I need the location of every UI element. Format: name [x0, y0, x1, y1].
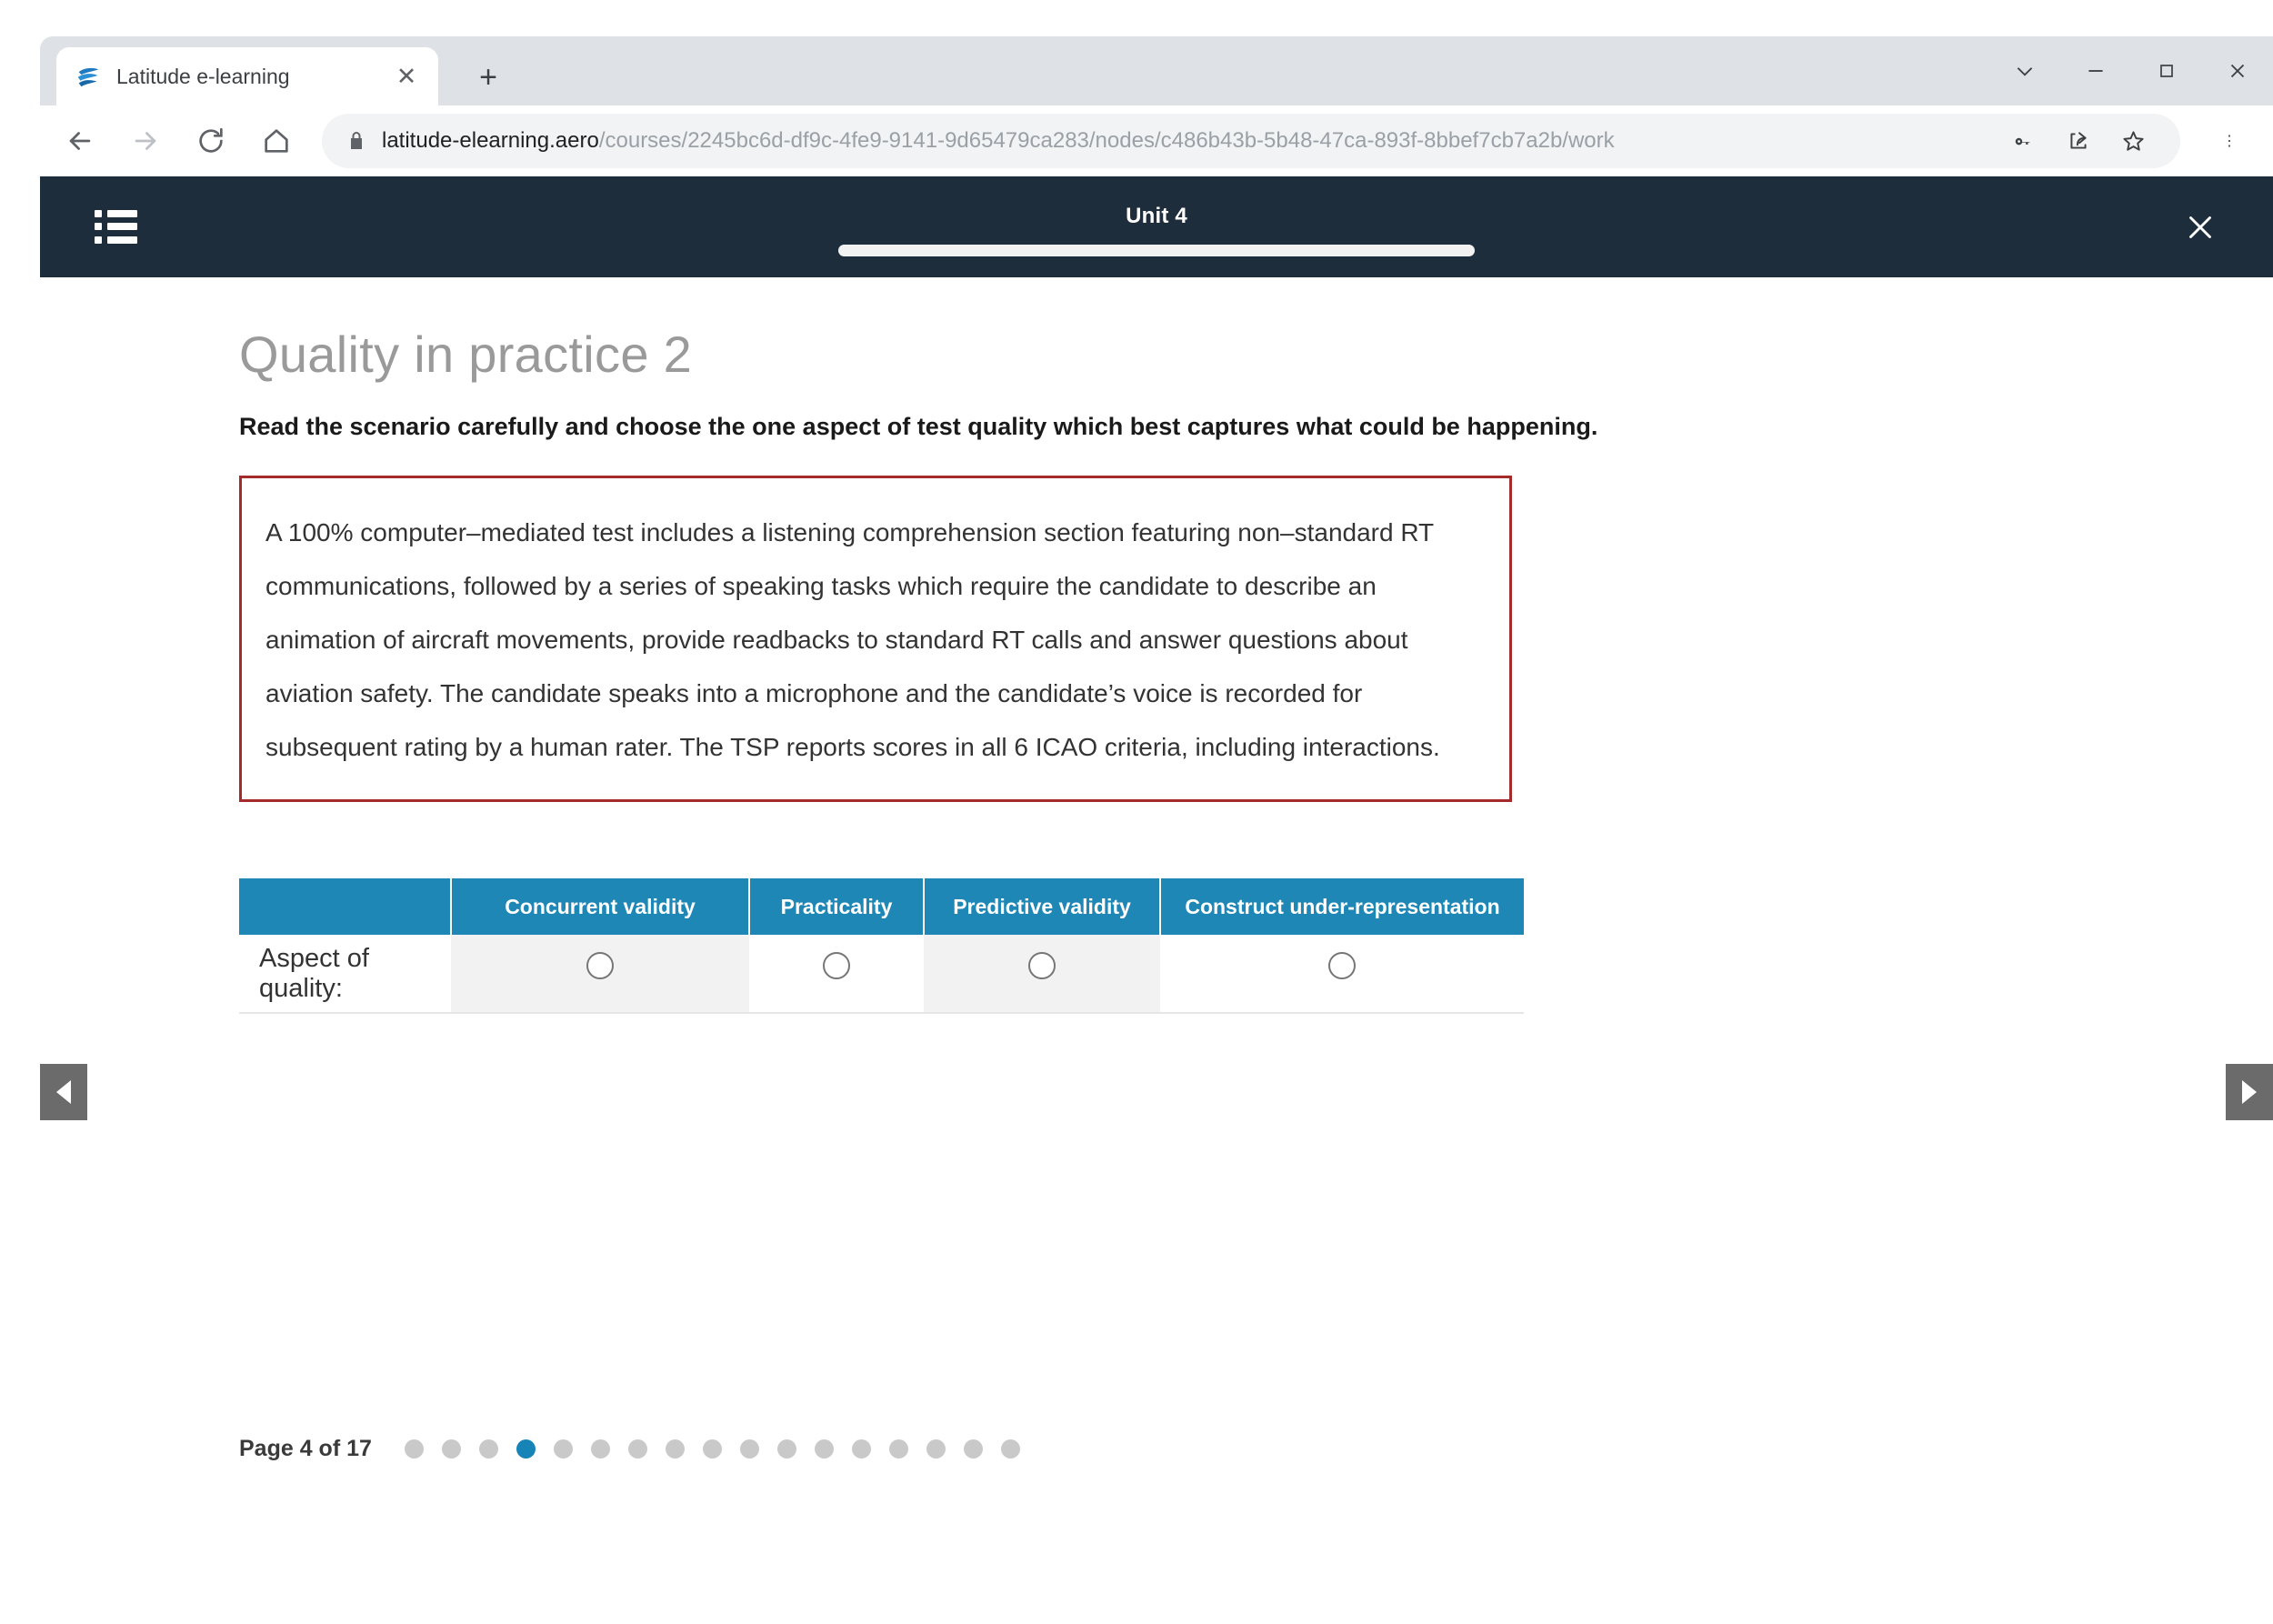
scenario-text: A 100% computer–mediated test includes a… [265, 518, 1440, 761]
page-dot-12[interactable] [814, 1439, 834, 1459]
url-host: latitude-elearning.aero [382, 128, 599, 153]
course-header: Unit 4 [40, 176, 2273, 277]
page-title: Quality in practice 2 [239, 326, 693, 383]
radio-construct-under-representation[interactable] [1328, 951, 1356, 979]
bookmark-star-icon[interactable] [2109, 117, 2157, 165]
page-dot-1[interactable] [404, 1439, 424, 1459]
address-bar[interactable]: latitude-elearning.aero/courses/2245bc6d… [322, 114, 2180, 168]
window-controls [1989, 36, 2273, 105]
close-window-icon[interactable] [2202, 36, 2273, 105]
new-tab-button[interactable]: + [467, 56, 509, 98]
page-dot-7[interactable] [627, 1439, 647, 1459]
column-header-construct-under-representation: Construct under-representation [1160, 878, 1524, 935]
page-dot-9[interactable] [702, 1439, 722, 1459]
browser-tab[interactable]: Latitude e-learning ✕ [56, 47, 438, 105]
page-dot-14[interactable] [888, 1439, 908, 1459]
page-viewport: Unit 4 Quality in practice 2 Read the sc… [40, 176, 2273, 1624]
table-header-row: Concurrent validity Practicality Predict… [239, 878, 1524, 935]
padlock-icon [345, 130, 367, 152]
omnibox-actions [1993, 117, 2157, 165]
table-row: Aspect of quality: [239, 935, 1524, 1014]
close-course-icon[interactable] [2178, 206, 2222, 249]
browser-window: Latitude e-learning ✕ + latitude-elearni… [0, 0, 2273, 1624]
page-dot-11[interactable] [776, 1439, 796, 1459]
radio-cell-construct-under-representation[interactable] [1160, 935, 1524, 1014]
radio-predictive-validity[interactable] [1028, 951, 1056, 979]
table-corner-header [239, 878, 452, 935]
page-label: Page 4 of 17 [239, 1436, 372, 1461]
unit-progress-fill [838, 245, 1475, 256]
radio-cell-predictive-validity[interactable] [924, 935, 1160, 1014]
url-path: /courses/2245bc6d-df9c-4fe9-9141-9d65479… [598, 128, 1615, 153]
instruction-text: Read the scenario carefully and choose t… [239, 413, 1598, 440]
maximize-icon[interactable] [2131, 36, 2202, 105]
page-dot-4[interactable] [516, 1439, 536, 1459]
page-dots [404, 1439, 1038, 1459]
browser-tab-strip: Latitude e-learning ✕ + [40, 36, 2273, 105]
tab-close-icon[interactable]: ✕ [393, 63, 420, 90]
scenario-box: A 100% computer–mediated test includes a… [239, 476, 1512, 802]
back-icon[interactable] [55, 115, 105, 166]
unit-title: Unit 4 [1126, 204, 1187, 228]
browser-tab-title: Latitude e-learning [116, 64, 290, 88]
chevron-right-icon [2242, 1080, 2257, 1104]
answer-table: Concurrent validity Practicality Predict… [239, 878, 1524, 1014]
radio-cell-practicality[interactable] [749, 935, 924, 1014]
radio-practicality[interactable] [823, 951, 850, 979]
column-header-practicality: Practicality [749, 878, 925, 935]
page-dot-17[interactable] [1000, 1439, 1020, 1459]
page-dot-3[interactable] [478, 1439, 498, 1459]
radio-cell-concurrent-validity[interactable] [451, 935, 749, 1014]
tab-search-chevron-icon[interactable] [1989, 36, 2060, 105]
unit-progress-bar [838, 245, 1475, 256]
page-dot-15[interactable] [926, 1439, 946, 1459]
pagination: Page 4 of 17 [239, 1436, 1038, 1462]
next-page-button[interactable] [2226, 1064, 2273, 1120]
page-dot-2[interactable] [441, 1439, 461, 1459]
latitude-globe-icon [77, 67, 99, 87]
radio-concurrent-validity[interactable] [586, 951, 614, 979]
previous-page-button[interactable] [40, 1064, 87, 1120]
page-dot-13[interactable] [851, 1439, 871, 1459]
column-header-predictive-validity: Predictive validity [924, 878, 1161, 935]
page-dot-5[interactable] [553, 1439, 573, 1459]
menu-row [95, 236, 138, 244]
share-icon[interactable] [2055, 117, 2102, 165]
home-icon[interactable] [251, 115, 302, 166]
page-dot-8[interactable] [665, 1439, 685, 1459]
browser-toolbar: latitude-elearning.aero/courses/2245bc6d… [40, 105, 2273, 176]
page-dot-10[interactable] [739, 1439, 759, 1459]
password-key-icon[interactable] [2000, 117, 2048, 165]
lesson-content: Quality in practice 2 Read the scenario … [239, 325, 2058, 1014]
minimize-icon[interactable] [2060, 36, 2131, 105]
browser-menu-icon[interactable]: ⋮ [2202, 114, 2257, 168]
address-bar-url: latitude-elearning.aero/courses/2245bc6d… [382, 128, 1615, 154]
row-label-aspect-of-quality: Aspect of quality: [239, 935, 451, 1014]
page-dot-6[interactable] [590, 1439, 610, 1459]
reload-icon[interactable] [185, 115, 236, 166]
column-header-concurrent-validity: Concurrent validity [451, 878, 750, 935]
chevron-left-icon [56, 1080, 71, 1104]
page-dot-16[interactable] [963, 1439, 983, 1459]
forward-icon[interactable] [120, 115, 171, 166]
